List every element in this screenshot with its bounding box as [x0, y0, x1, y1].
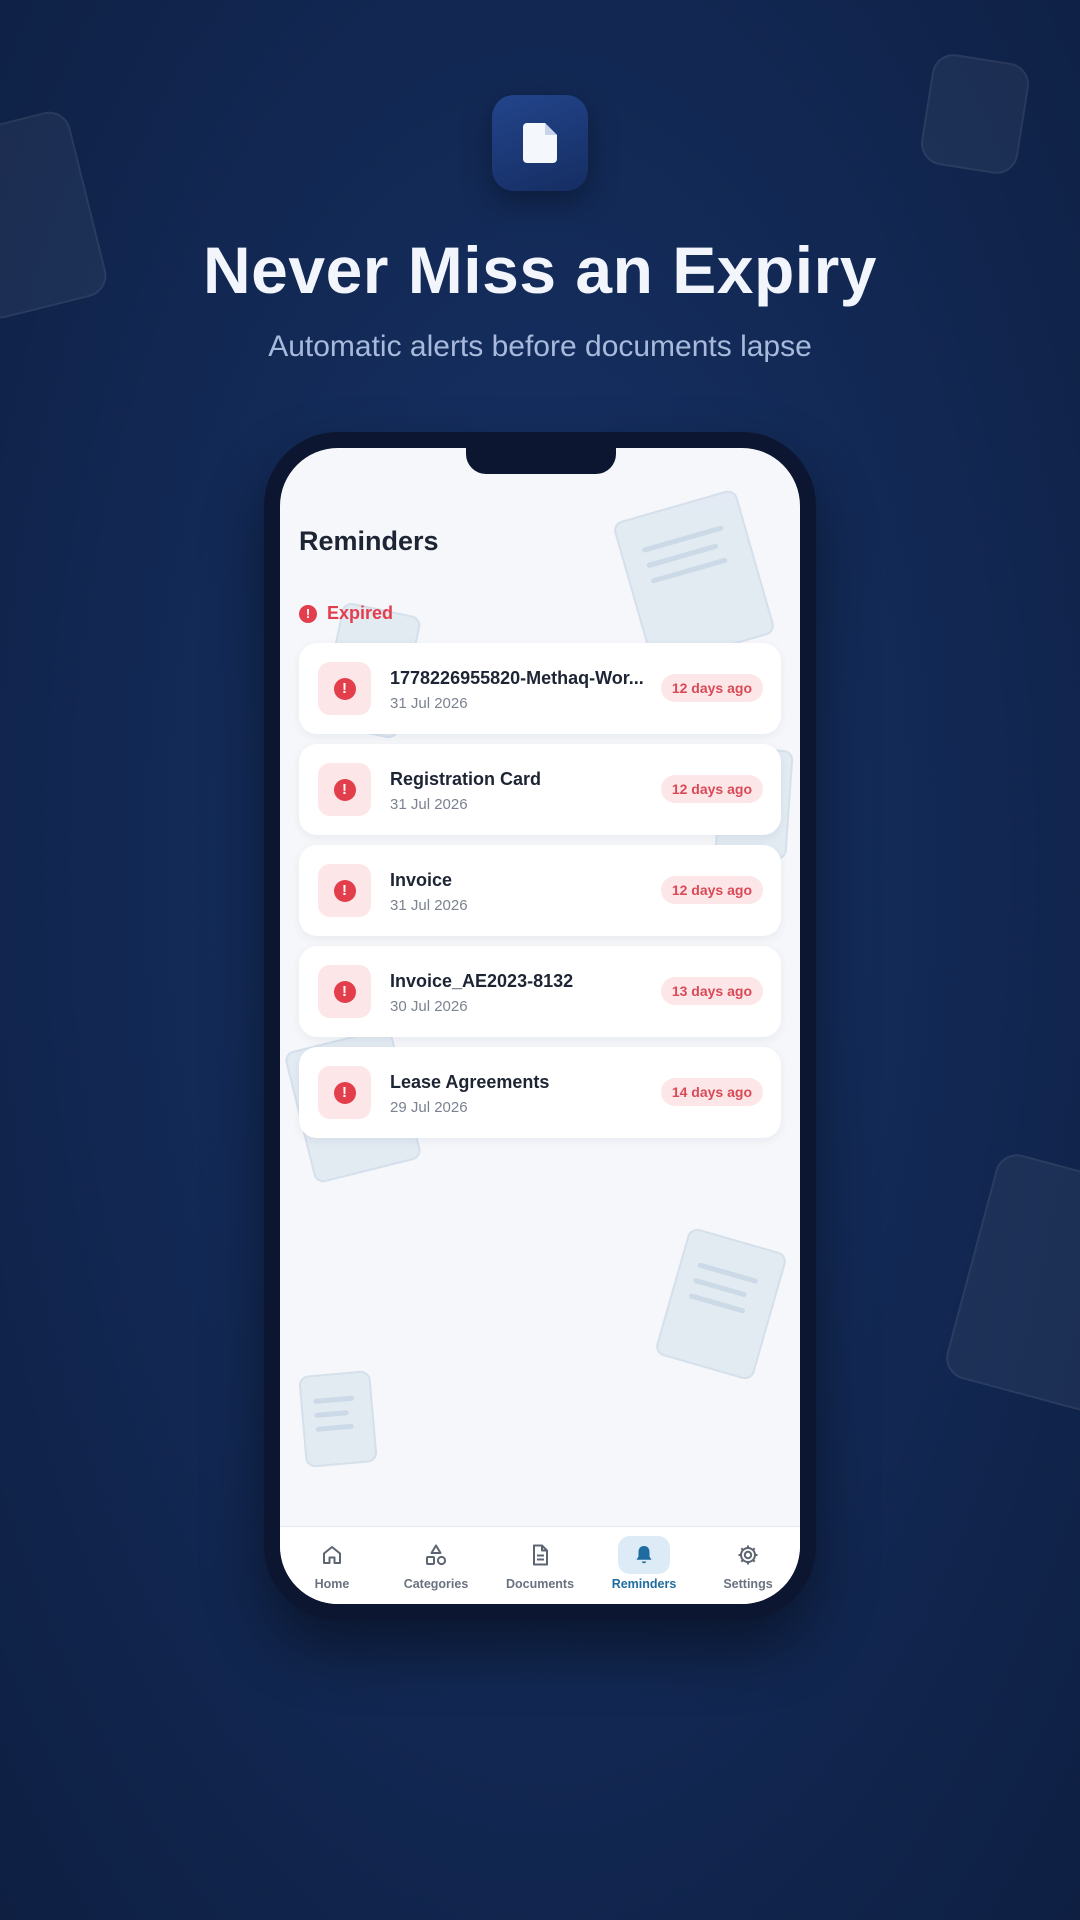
nav-label: Reminders: [611, 1577, 677, 1591]
phone-screen: Reminders ! Expired ! 1778226955820-Meth…: [280, 448, 800, 1604]
bottom-navigation: Home Categories Documents Reminders Sett…: [280, 1526, 800, 1604]
reminder-date: 31 Jul 2026: [390, 897, 468, 914]
reminder-date: 29 Jul 2026: [390, 1099, 468, 1116]
nav-icon-container: [306, 1536, 358, 1574]
shapes-icon: [426, 1544, 447, 1566]
reminder-date: 31 Jul 2026: [390, 796, 468, 813]
reminder-status-icon: !: [318, 1066, 371, 1119]
nav-label: Settings: [723, 1577, 773, 1591]
reminder-title: Registration Card: [390, 769, 542, 789]
reminder-date: 31 Jul 2026: [390, 695, 468, 712]
background-document-illustration: [611, 488, 777, 668]
phone-frame: Reminders ! Expired ! 1778226955820-Meth…: [264, 432, 816, 1620]
reminder-title: Invoice_AE2023-8132: [390, 971, 574, 991]
nav-item-categories[interactable]: Categories: [384, 1527, 488, 1604]
decorative-card: [941, 1149, 1080, 1423]
reminder-status-icon: !: [318, 763, 371, 816]
alert-circle-icon: !: [299, 604, 317, 623]
nav-icon-container: [514, 1536, 566, 1574]
reminder-title: 1778226955820-Methaq-Wor...: [390, 668, 644, 688]
alert-circle-icon: !: [333, 778, 356, 801]
alert-circle-icon: !: [333, 1081, 356, 1104]
alert-circle-icon: !: [333, 677, 356, 700]
nav-icon-container: [722, 1536, 774, 1574]
document-icon: [533, 1544, 548, 1566]
nav-icon-container: [410, 1536, 462, 1574]
promo-headline: Never Miss an Expiry: [203, 233, 877, 307]
nav-label: Categories: [403, 1577, 469, 1591]
status-time: [314, 480, 318, 498]
section-header-expired: ! Expired: [299, 603, 393, 624]
home-icon: [323, 1546, 341, 1564]
reminder-title: Invoice: [390, 870, 453, 890]
bell-icon: [636, 1546, 652, 1564]
reminder-age-badge: 12 days ago: [660, 775, 763, 803]
background-document-illustration: [653, 1226, 789, 1382]
alert-circle-icon: !: [333, 980, 356, 1003]
reminder-card[interactable]: ! Invoice_AE2023-8132 30 Jul 2026 13 day…: [299, 946, 781, 1037]
reminder-title: Lease Agreements: [390, 1072, 550, 1092]
promo-subheadline: Automatic alerts before documents lapse: [268, 330, 812, 363]
reminder-card[interactable]: ! 1778226955820-Methaq-Wor... 31 Jul 202…: [299, 643, 781, 734]
reminder-card[interactable]: ! Registration Card 31 Jul 2026 12 days …: [299, 744, 781, 835]
page-title: Reminders: [299, 526, 439, 556]
reminder-age-badge: 13 days ago: [660, 977, 763, 1005]
nav-label: Documents: [505, 1577, 575, 1591]
reminder-age-badge: 12 days ago: [660, 876, 763, 904]
document-icon: [523, 123, 557, 163]
phone-notch: [466, 448, 616, 474]
reminder-date: 30 Jul 2026: [390, 998, 468, 1015]
nav-item-reminders[interactable]: Reminders: [592, 1527, 696, 1604]
app-icon: [492, 95, 588, 191]
nav-item-settings[interactable]: Settings: [696, 1527, 800, 1604]
gear-icon: [738, 1545, 758, 1565]
reminder-status-icon: !: [318, 662, 371, 715]
reminder-status-icon: !: [318, 864, 371, 917]
decorative-card: [917, 51, 1033, 177]
reminder-age-badge: 12 days ago: [660, 674, 763, 702]
section-label: Expired: [327, 603, 394, 623]
reminder-card[interactable]: ! Lease Agreements 29 Jul 2026 14 days a…: [299, 1047, 781, 1138]
nav-label: Home: [314, 1577, 350, 1591]
nav-icon-container: [618, 1536, 670, 1574]
nav-item-documents[interactable]: Documents: [488, 1527, 592, 1604]
reminder-status-icon: !: [318, 965, 371, 1018]
reminder-age-badge: 14 days ago: [660, 1078, 763, 1106]
nav-item-home[interactable]: Home: [280, 1527, 384, 1604]
status-icons: [762, 480, 766, 498]
background-document-illustration: [298, 1370, 378, 1468]
alert-circle-icon: !: [333, 879, 356, 902]
reminders-list: ! 1778226955820-Methaq-Wor... 31 Jul 202…: [299, 643, 781, 1148]
reminder-card[interactable]: ! Invoice 31 Jul 2026 12 days ago: [299, 845, 781, 936]
